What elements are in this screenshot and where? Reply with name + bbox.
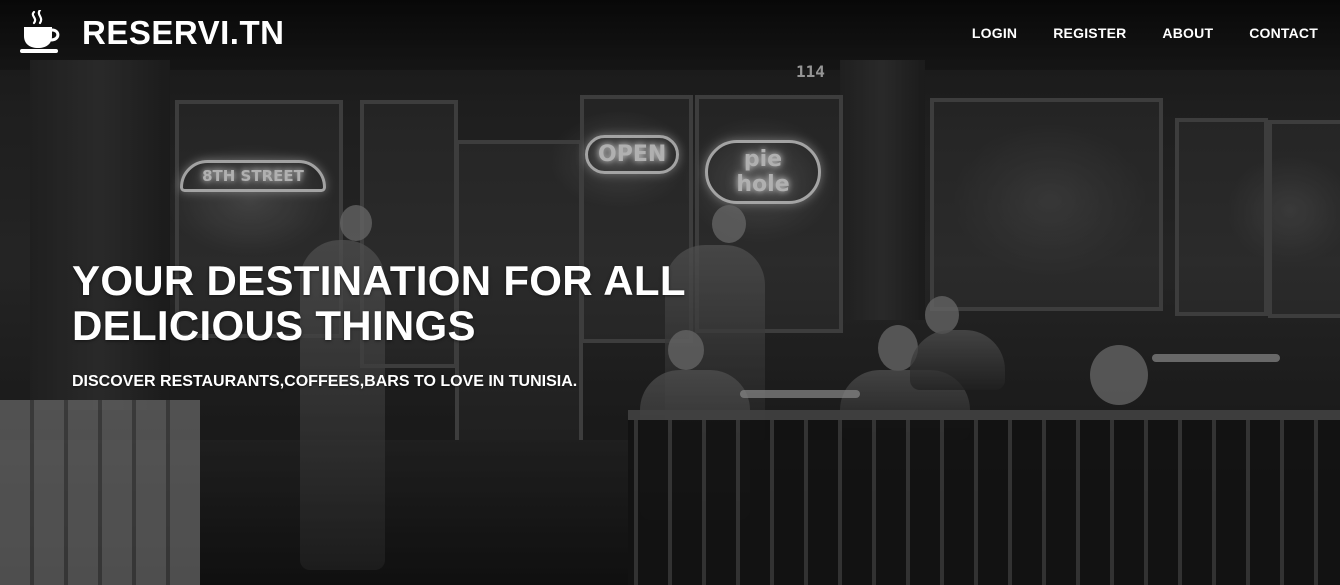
nav-register-link[interactable]: REGISTER	[1053, 25, 1126, 41]
hero-title-line2: DELICIOUS THINGS	[72, 302, 476, 349]
hero-title-line1: YOUR DESTINATION FOR ALL	[72, 257, 686, 304]
nav-login-link[interactable]: LOGIN	[972, 25, 1017, 41]
coffee-cup-icon	[20, 10, 60, 53]
brand-name: RESERVI.TN	[82, 14, 285, 51]
hero-section: 114 OPEN pie hole 8TH STREET RESERVI.TN …	[0, 0, 1340, 585]
hero-subtitle: DISCOVER RESTAURANTS,COFFEES,BARS TO LOV…	[72, 373, 578, 390]
nav-contact-link[interactable]: CONTACT	[1249, 25, 1318, 41]
brand[interactable]: RESERVI.TN	[18, 10, 284, 56]
nav-about-link[interactable]: ABOUT	[1162, 25, 1213, 41]
hero-title: YOUR DESTINATION FOR ALL DELICIOUS THING…	[72, 258, 772, 348]
top-navbar: RESERVI.TN LOGIN REGISTER ABOUT CONTACT	[0, 0, 1340, 66]
main-nav: LOGIN REGISTER ABOUT CONTACT	[936, 25, 1318, 41]
